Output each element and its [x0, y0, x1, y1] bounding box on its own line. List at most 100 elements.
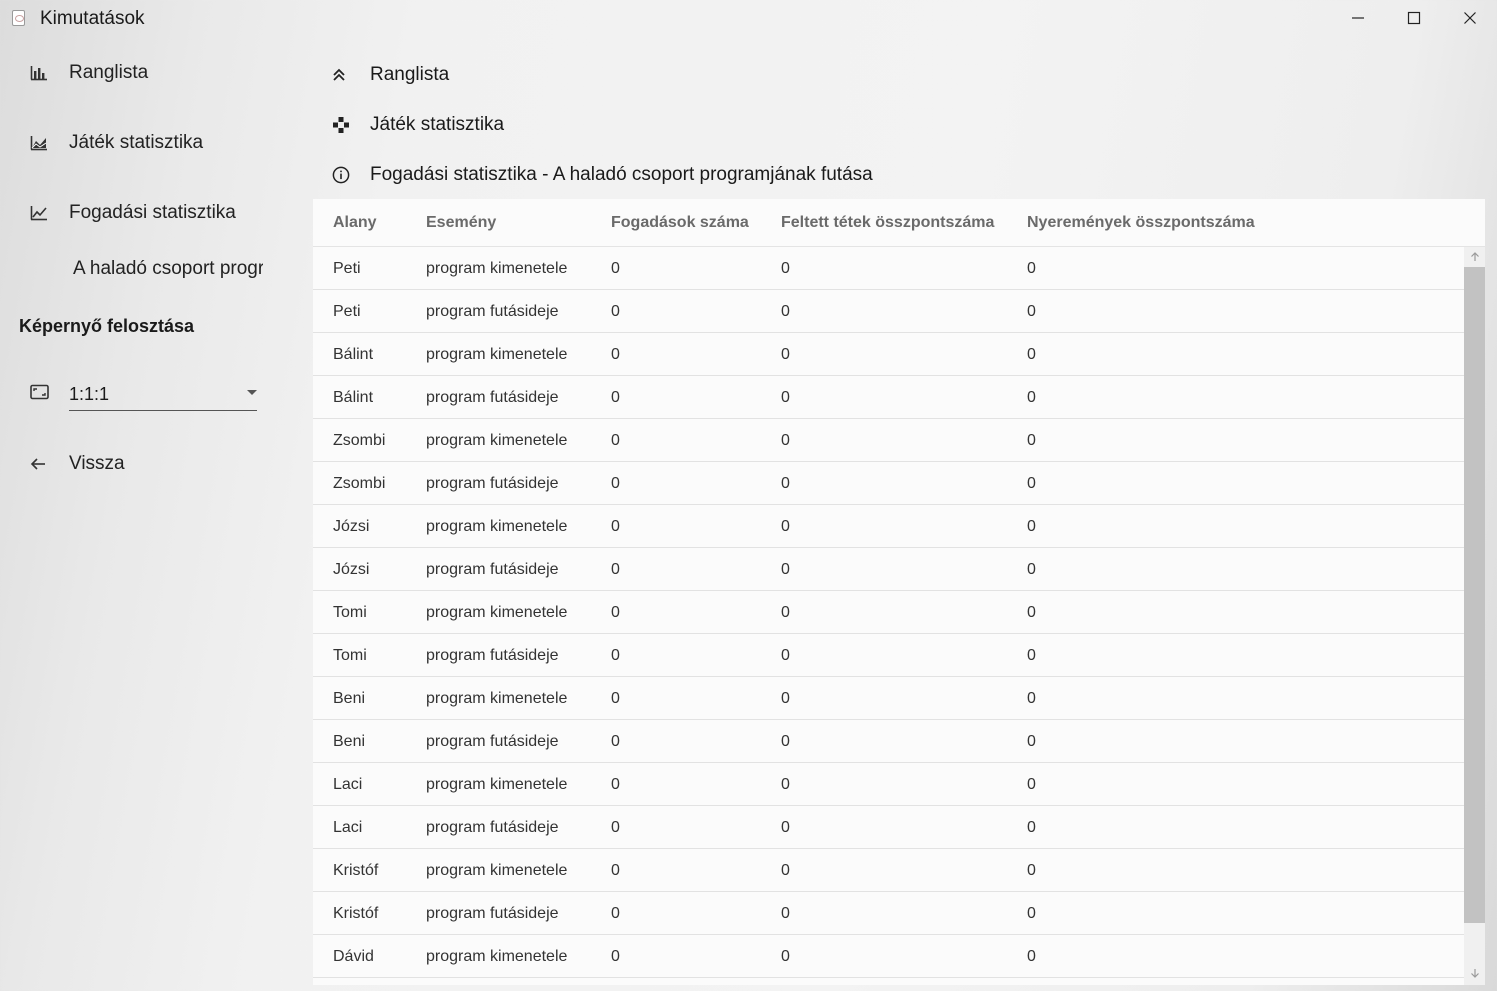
double-chevron-up-icon	[332, 67, 370, 83]
cell-esemeny: program kimenetele	[426, 604, 568, 621]
table-row[interactable]: Kristóf program futásideje 0 0 0	[313, 892, 1464, 935]
cell-fogadasok: 0	[611, 948, 620, 965]
bar-chart-icon	[20, 65, 60, 81]
sidebar-item-label: Játék statisztika	[69, 132, 204, 153]
table-row[interactable]: Zsombi program kimenetele 0 0 0	[313, 419, 1464, 462]
sidebar-item-jatek-statisztika[interactable]: Játék statisztika	[20, 121, 280, 165]
cell-esemeny: program futásideje	[426, 389, 559, 406]
main-item-label: Játék statisztika	[370, 114, 505, 135]
maximize-icon	[1407, 11, 1421, 25]
cell-alany: Laci	[333, 776, 363, 793]
cell-feltett-tetek: 0	[781, 389, 790, 406]
cell-nyeremenyek: 0	[1027, 776, 1036, 793]
cell-nyeremenyek: 0	[1027, 518, 1036, 535]
screen-split-select[interactable]: 1:1:1	[69, 378, 257, 411]
sidebar-item-ranglista[interactable]: Ranglista	[20, 51, 280, 95]
cell-alany: Bálint	[333, 389, 374, 406]
table-row[interactable]: Bálint program futásideje 0 0 0	[313, 376, 1464, 419]
screen-split-row: 1:1:1	[30, 378, 260, 412]
main-item-fogadasi-statisztika[interactable]: Fogadási statisztika - A haladó csoport …	[332, 160, 873, 190]
table-row[interactable]: Tomi program futásideje 0 0 0	[313, 634, 1464, 677]
table-row[interactable]: Beni program futásideje 0 0 0	[313, 720, 1464, 763]
cell-fogadasok: 0	[611, 475, 620, 492]
column-header-feltett-tetek[interactable]: Feltett tétek összpontszáma	[781, 214, 994, 232]
scroll-up-arrow-icon[interactable]	[1464, 249, 1485, 265]
sidebar-item-label: Ranglista	[69, 62, 149, 83]
table-body: Peti program kimenetele 0 0 0 Peti progr…	[313, 247, 1464, 978]
cell-feltett-tetek: 0	[781, 604, 790, 621]
close-icon	[1464, 12, 1476, 24]
table-row[interactable]: Józsi program futásideje 0 0 0	[313, 548, 1464, 591]
cell-esemeny: program kimenetele	[426, 862, 568, 879]
cell-nyeremenyek: 0	[1027, 733, 1036, 750]
cell-feltett-tetek: 0	[781, 260, 790, 277]
cell-alany: Zsombi	[333, 475, 386, 492]
table-row[interactable]: Kristóf program kimenetele 0 0 0	[313, 849, 1464, 892]
cell-nyeremenyek: 0	[1027, 905, 1036, 922]
cell-feltett-tetek: 0	[781, 948, 790, 965]
caret-down-icon	[247, 390, 257, 395]
cell-fogadasok: 0	[611, 389, 620, 406]
main-item-ranglista[interactable]: Ranglista	[332, 60, 449, 90]
table-row[interactable]: Józsi program kimenetele 0 0 0	[313, 505, 1464, 548]
column-header-alany[interactable]: Alany	[333, 214, 377, 232]
cell-fogadasok: 0	[611, 346, 620, 363]
table-row[interactable]: Bálint program kimenetele 0 0 0	[313, 333, 1464, 376]
cell-nyeremenyek: 0	[1027, 647, 1036, 664]
table-row[interactable]: Laci program futásideje 0 0 0	[313, 806, 1464, 849]
screen-split-value: 1:1:1	[69, 384, 110, 404]
main-item-jatek-statisztika[interactable]: Játék statisztika	[332, 110, 504, 140]
cell-feltett-tetek: 0	[781, 518, 790, 535]
cell-alany: Zsombi	[333, 432, 386, 449]
cell-esemeny: program kimenetele	[426, 260, 568, 277]
table-row[interactable]: Zsombi program futásideje 0 0 0	[313, 462, 1464, 505]
cell-feltett-tetek: 0	[781, 561, 790, 578]
area-chart-icon	[20, 135, 60, 151]
cell-fogadasok: 0	[611, 776, 620, 793]
minimize-button[interactable]	[1330, 0, 1386, 36]
table-row[interactable]: Dávid program kimenetele 0 0 0	[313, 935, 1464, 978]
cell-nyeremenyek: 0	[1027, 389, 1036, 406]
cell-feltett-tetek: 0	[781, 733, 790, 750]
cell-nyeremenyek: 0	[1027, 948, 1036, 965]
cell-esemeny: program kimenetele	[426, 432, 568, 449]
cell-fogadasok: 0	[611, 862, 620, 879]
sidebar-subitem[interactable]: A haladó csoport programjának futása	[73, 258, 263, 286]
scrollbar-thumb[interactable]	[1464, 267, 1485, 923]
cell-esemeny: program kimenetele	[426, 690, 568, 707]
cell-esemeny: program futásideje	[426, 303, 559, 320]
stats-table: Alany Esemény Fogadások száma Feltett té…	[313, 199, 1485, 985]
cell-nyeremenyek: 0	[1027, 604, 1036, 621]
table-row[interactable]: Beni program kimenetele 0 0 0	[313, 677, 1464, 720]
minimize-icon	[1352, 17, 1364, 19]
back-button[interactable]: Vissza	[20, 442, 280, 486]
cell-fogadasok: 0	[611, 604, 620, 621]
cell-feltett-tetek: 0	[781, 475, 790, 492]
sidebar-item-label: Fogadási statisztika	[69, 202, 236, 223]
aspect-ratio-icon	[30, 384, 49, 405]
table-scrollbar[interactable]	[1464, 247, 1485, 985]
table-row[interactable]: Tomi program kimenetele 0 0 0	[313, 591, 1464, 634]
close-button[interactable]	[1442, 0, 1497, 36]
main-item-label: Fogadási statisztika - A haladó csoport …	[370, 164, 873, 185]
cell-esemeny: program futásideje	[426, 819, 559, 836]
maximize-button[interactable]	[1386, 0, 1442, 36]
cell-esemeny: program futásideje	[426, 475, 559, 492]
sidebar-item-fogadasi-statisztika[interactable]: Fogadási statisztika	[20, 191, 280, 235]
cell-nyeremenyek: 0	[1027, 819, 1036, 836]
table-row[interactable]: Peti program futásideje 0 0 0	[313, 290, 1464, 333]
cell-nyeremenyek: 0	[1027, 432, 1036, 449]
back-label: Vissza	[69, 453, 125, 474]
column-header-esemeny[interactable]: Esemény	[426, 214, 496, 232]
column-header-nyeremenyek[interactable]: Nyeremények összpontszáma	[1027, 214, 1255, 232]
table-row[interactable]: Laci program kimenetele 0 0 0	[313, 763, 1464, 806]
line-chart-icon	[20, 205, 60, 221]
cell-nyeremenyek: 0	[1027, 690, 1036, 707]
cell-fogadasok: 0	[611, 733, 620, 750]
cell-alany: Józsi	[333, 561, 370, 578]
scroll-down-arrow-icon[interactable]	[1464, 965, 1485, 981]
table-row[interactable]: Peti program kimenetele 0 0 0	[313, 247, 1464, 290]
column-header-fogadasok-szama[interactable]: Fogadások száma	[611, 214, 749, 232]
cell-alany: Kristóf	[333, 862, 379, 879]
cell-feltett-tetek: 0	[781, 776, 790, 793]
